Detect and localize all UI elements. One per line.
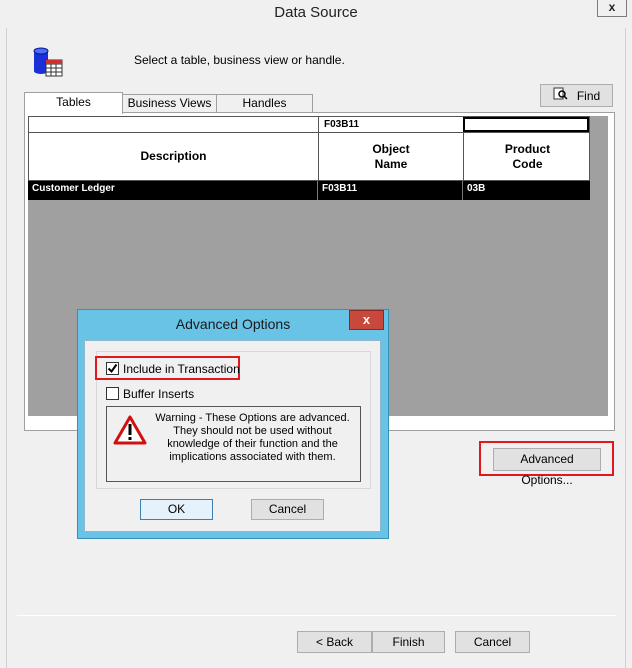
dialog-title: Advanced Options [175, 316, 291, 332]
find-icon [553, 87, 569, 104]
buffer-inserts-label[interactable]: Buffer Inserts [123, 387, 194, 401]
filter-description[interactable] [29, 117, 319, 132]
row-product-code: 03B [467, 183, 486, 194]
filter-object-name[interactable]: F03B11 [319, 117, 464, 132]
buffer-inserts-checkbox[interactable] [106, 387, 119, 400]
tab-handles[interactable]: Handles [216, 94, 313, 112]
grid-scroll-area [590, 116, 608, 416]
column-header-description[interactable]: Description [29, 133, 319, 180]
advanced-options-button[interactable]: Advanced Options... [493, 448, 601, 487]
filter-product-code-input[interactable] [463, 117, 589, 132]
window-title: Data Source [274, 4, 358, 21]
ok-button[interactable]: OK [140, 499, 213, 520]
table-row[interactable]: Customer Ledger F03B11 03B [28, 181, 590, 200]
window-close-button[interactable]: x [597, 0, 627, 17]
column-header-product-code[interactable]: Product Code [464, 133, 591, 180]
divider [17, 615, 616, 616]
finish-button[interactable]: Finish [372, 631, 445, 653]
tab-tables[interactable]: Tables [24, 92, 123, 114]
include-in-transaction-label[interactable]: Include in Transaction [123, 362, 240, 376]
find-button[interactable]: Find [540, 84, 613, 107]
find-button-label: Find [576, 88, 601, 103]
row-object-name: F03B11 [318, 181, 463, 200]
include-in-transaction-checkbox[interactable] [106, 362, 119, 375]
grid-header-row: Description Object Name Product Code [28, 133, 590, 181]
row-description: Customer Ledger [28, 181, 318, 200]
back-button[interactable]: < Back [297, 631, 372, 653]
warning-icon [113, 415, 147, 445]
instruction-text: Select a table, business view or handle. [134, 53, 345, 67]
warning-text: Warning - These Options are advanced. Th… [155, 412, 350, 463]
dialog-close-button[interactable]: x [349, 310, 384, 330]
tab-business-views[interactable]: Business Views [122, 94, 217, 112]
database-table-icon [32, 46, 66, 80]
dialog-cancel-button[interactable]: Cancel [251, 499, 324, 520]
checkmark-icon [107, 363, 118, 374]
cancel-button[interactable]: Cancel [455, 631, 530, 653]
column-header-object-name[interactable]: Object Name [319, 133, 464, 180]
